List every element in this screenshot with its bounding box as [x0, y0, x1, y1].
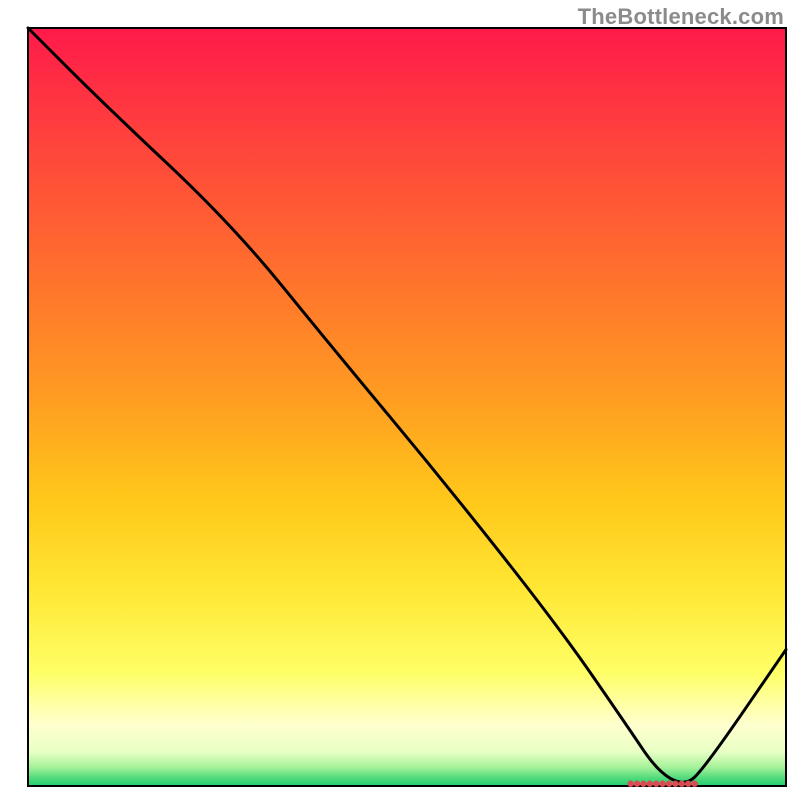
optimal-marker-dot	[640, 781, 646, 787]
optimal-marker-dot	[634, 781, 640, 787]
optimal-marker-dot	[672, 781, 678, 787]
plot-background	[28, 28, 786, 786]
optimal-marker-dot	[627, 781, 633, 787]
optimal-marker-dot	[666, 781, 672, 787]
chart-canvas	[0, 0, 800, 800]
optimal-marker-dot	[679, 781, 685, 787]
optimal-marker-dot	[659, 781, 665, 787]
optimal-marker-band	[627, 781, 697, 787]
watermark-label: TheBottleneck.com	[578, 4, 784, 30]
optimal-marker-dot	[647, 781, 653, 787]
optimal-marker-dot	[691, 781, 697, 787]
chart-root: TheBottleneck.com	[0, 0, 800, 800]
optimal-marker-dot	[653, 781, 659, 787]
optimal-marker-dot	[685, 781, 691, 787]
